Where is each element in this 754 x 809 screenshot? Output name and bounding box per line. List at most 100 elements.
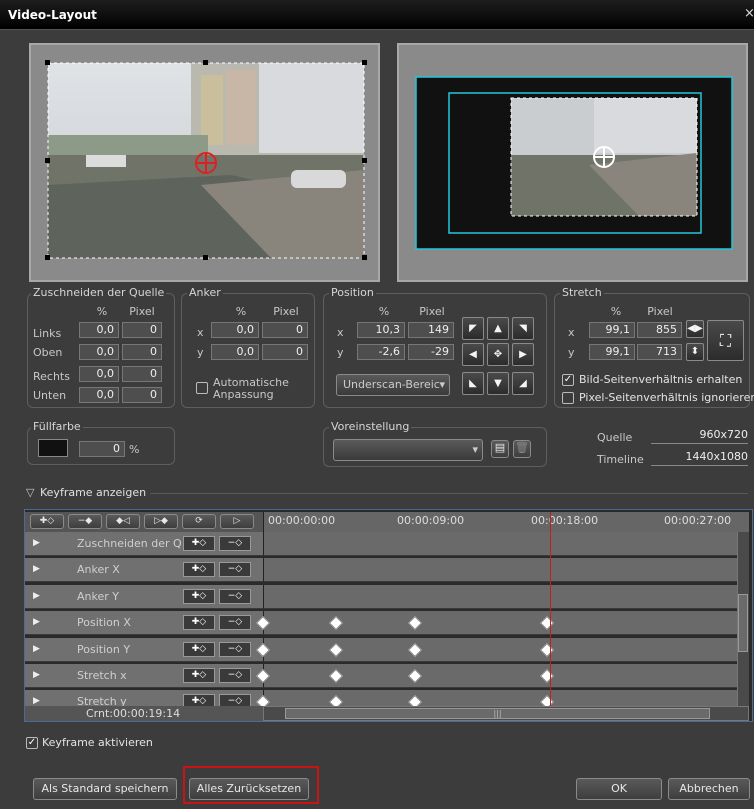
title-bar [0,0,754,30]
anchor-y-px[interactable]: 0 [262,344,308,360]
loop-button[interactable]: ⟳ [182,514,216,529]
scrollbar-thumb[interactable]: ||| [285,708,710,719]
position-x-pct[interactable]: 10,3 [357,322,405,338]
arrow-up-left-button[interactable]: ◤ [462,317,484,340]
stretch-horizontal-button[interactable]: ◀▶ [686,320,704,338]
add-keyframe-icon[interactable]: ✚◇ [183,562,215,577]
timeline-value: 1440x1080 [651,448,748,466]
chevron-down-icon: ▾ [439,378,445,391]
save-default-button[interactable]: Als Standard speichern [33,778,177,800]
arrow-down-right-button[interactable]: ◢ [512,372,534,395]
remove-keyframe-icon[interactable]: −◇ [219,589,251,604]
delete-preset-button[interactable]: 🗑 [513,440,531,458]
center-button[interactable]: ✥ [487,343,509,366]
ignore-pixel-aspect-checkbox[interactable] [562,392,574,404]
stretch-y-px[interactable]: 713 [637,344,682,360]
expand-icon[interactable]: ▶ [33,564,40,574]
ruler-mark-0: 00:00:00:00 [268,514,336,527]
reset-all-button[interactable]: Alles Zurücksetzen [189,778,309,800]
keyframe-row-label: Anker Y [77,590,119,603]
crop-right-pct[interactable]: 0,0 [79,366,119,382]
arrow-right-button[interactable]: ▶ [512,343,534,366]
remove-keyframe-icon[interactable]: −◇ [219,642,251,657]
stretch-x-px[interactable]: 855 [637,322,682,338]
stretch-vertical-button[interactable]: ⬍ [686,343,704,361]
remove-keyframe-icon[interactable]: −◇ [219,536,251,551]
add-keyframe-icon[interactable]: ✚◇ [183,615,215,630]
crop-top-px[interactable]: 0 [122,344,162,360]
ignore-pixel-aspect-label: Pixel-Seitenverhältnis ignorieren [579,391,754,404]
anchor-x-px[interactable]: 0 [262,322,308,338]
keyframe-track[interactable] [263,585,737,609]
arrow-down-left-button[interactable]: ◣ [462,372,484,395]
expand-icon[interactable]: ▶ [33,591,40,601]
fill-group-label: Füllfarbe [31,420,83,433]
stretch-y-label: y [568,346,575,359]
keep-aspect-checkbox[interactable]: ✓ [562,374,574,386]
next-keyframe-button[interactable]: ▷◆ [144,514,178,529]
expand-icon[interactable]: ▶ [33,617,40,627]
save-preset-button[interactable]: ▤ [491,440,509,458]
anchor-x-pct[interactable]: 0,0 [211,322,259,338]
crop-right-px[interactable]: 0 [122,366,162,382]
play-button[interactable]: ▷ [220,514,254,529]
stretch-y-pct[interactable]: 99,1 [589,344,635,360]
current-time: Crnt:00:00:19:14 [86,707,181,720]
keyframe-row-label: Position X [77,616,131,629]
output-preview [397,43,748,282]
crop-bottom-px[interactable]: 0 [122,387,162,403]
chevron-down-icon[interactable]: ▽ [26,486,34,499]
activate-keyframe-checkbox[interactable]: ✓ [26,737,38,749]
fill-opacity-input[interactable]: 0 [79,441,125,457]
cancel-button[interactable]: Abbrechen [668,778,750,800]
anchor-y-pct[interactable]: 0,0 [211,344,259,360]
add-keyframe-button[interactable]: ✚◇ [30,514,64,529]
ok-button[interactable]: OK [576,778,662,800]
add-keyframe-icon[interactable]: ✚◇ [183,536,215,551]
keyframe-row-label: Position Y [77,643,131,656]
position-x-label: x [337,326,344,339]
crop-left-px[interactable]: 0 [122,322,162,338]
crop-bottom-pct[interactable]: 0,0 [79,387,119,403]
crop-top-pct[interactable]: 0,0 [79,344,119,360]
prev-keyframe-button[interactable]: ◆◁ [106,514,140,529]
remove-keyframe-icon[interactable]: −◇ [219,562,251,577]
remove-keyframe-icon[interactable]: −◇ [219,615,251,630]
auto-fit-checkbox[interactable] [196,382,208,394]
expand-icon[interactable]: ▶ [33,696,40,706]
expand-icon[interactable]: ▶ [33,644,40,654]
fill-color-swatch[interactable] [38,439,68,457]
position-group-label: Position [329,286,376,299]
keyframe-toggle-label[interactable]: Keyframe anzeigen [40,486,146,499]
add-keyframe-icon[interactable]: ✚◇ [183,642,215,657]
underscan-dropdown[interactable]: Underscan-Bereic ▾ [336,374,450,396]
arrow-down-button[interactable]: ▼ [487,372,509,395]
crop-left-pct[interactable]: 0,0 [79,322,119,338]
anchor-group-label: Anker [187,286,223,299]
position-y-px[interactable]: -29 [408,344,454,360]
delete-keyframe-button[interactable]: −◆ [68,514,102,529]
keyframe-track[interactable] [263,558,737,582]
preset-dropdown[interactable]: ▾ [333,439,483,461]
vertical-scrollbar-thumb[interactable] [738,594,748,652]
arrow-left-button[interactable]: ◀ [462,343,484,366]
remove-keyframe-icon[interactable]: −◇ [219,668,251,683]
anchor-pct-header: % [235,305,247,318]
expand-icon[interactable]: ▶ [33,670,40,680]
anchor-y-label: y [197,346,204,359]
playhead[interactable] [550,512,551,706]
expand-icon[interactable]: ▶ [33,538,40,548]
keyframe-track[interactable] [263,532,737,556]
position-x-px[interactable]: 149 [408,322,454,338]
ruler-mark-2: 00:00:18:00 [531,514,599,527]
stretch-fit-button[interactable]: ⛶ [707,320,744,361]
ruler-mark-3: 00:00:27:00 [664,514,732,527]
source-value: 960x720 [651,426,748,444]
add-keyframe-icon[interactable]: ✚◇ [183,589,215,604]
add-keyframe-icon[interactable]: ✚◇ [183,668,215,683]
arrow-up-right-button[interactable]: ◥ [512,317,534,340]
arrow-up-button[interactable]: ▲ [487,317,509,340]
close-button[interactable]: × [744,6,754,21]
stretch-x-pct[interactable]: 99,1 [589,322,635,338]
position-y-pct[interactable]: -2,6 [357,344,405,360]
